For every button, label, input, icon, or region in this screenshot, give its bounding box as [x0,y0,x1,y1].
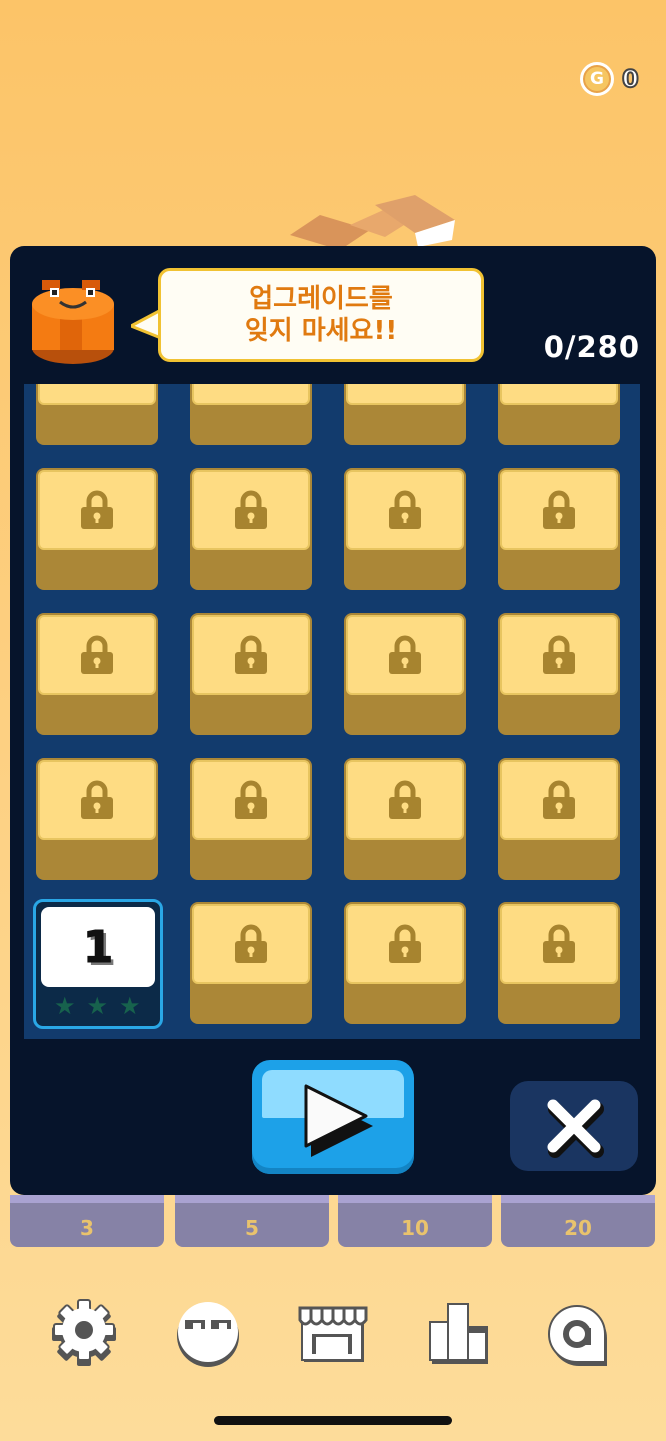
star-icon: ★ [119,992,141,1020]
close-icon [547,1099,604,1158]
level-tile-locked[interactable] [36,613,158,735]
lock-icon [543,780,575,819]
tab-5[interactable]: 5 [175,1195,329,1247]
coin-count: 0 [621,64,640,94]
lock-icon [235,490,267,529]
star-icon: ★ [86,992,109,1020]
level-tile-locked[interactable] [190,384,312,445]
speech-line-1: 업그레이드를 [249,284,393,314]
level-tile-locked[interactable] [498,384,620,445]
mascot-icon [32,280,114,364]
level-tile-locked[interactable] [190,468,312,590]
home-indicator[interactable] [214,1416,452,1425]
lock-icon [389,924,421,963]
level-tile-locked[interactable] [498,468,620,590]
level-tile-locked[interactable] [190,758,312,880]
level-number: 1 [41,907,155,987]
character-icon[interactable] [175,1300,241,1368]
star-icon: ★ [54,992,76,1020]
coin-icon: G [580,62,614,96]
tab-3[interactable]: 3 [10,1195,164,1247]
level-tile-locked[interactable] [190,902,312,1024]
play-icon [304,1084,373,1157]
level-tile-locked[interactable] [36,758,158,880]
level-tile-locked[interactable] [344,613,466,735]
leaderboard-icon[interactable] [428,1302,490,1364]
multiplier-tabs: 3 5 10 20 [10,1195,656,1247]
tab-10[interactable]: 10 [338,1195,492,1247]
level-tile-1[interactable]: 1 ★ ★ ★ [33,899,163,1029]
level-tile-locked[interactable] [344,758,466,880]
level-tile-locked[interactable] [344,902,466,1024]
level-tile-locked[interactable] [190,613,312,735]
gear-icon[interactable] [52,1298,116,1368]
level-tile-locked[interactable] [498,758,620,880]
lock-icon [543,635,575,674]
level-tile-locked[interactable] [344,468,466,590]
level-tile-locked[interactable] [344,384,466,445]
lock-icon [81,780,113,819]
lock-icon [389,780,421,819]
lock-icon [235,780,267,819]
close-button[interactable] [510,1081,638,1171]
lock-icon [389,635,421,674]
lock-icon [81,490,113,529]
coin-counter: G 0 [580,62,640,96]
lock-icon [81,635,113,674]
level-tile-locked[interactable] [36,384,158,445]
lock-icon [543,490,575,529]
speech-bubble: 업그레이드를 잊지 마세요!! [158,268,484,362]
lock-icon [389,490,421,529]
tab-20[interactable]: 20 [501,1195,655,1247]
level-tile-locked[interactable] [498,613,620,735]
level-progress: 0/280 [543,330,640,364]
lock-icon [235,635,267,674]
level-tile-locked[interactable] [36,468,158,590]
play-button[interactable] [252,1060,414,1174]
lock-icon [235,924,267,963]
shop-icon[interactable] [298,1304,368,1364]
level-stars: ★ ★ ★ [54,994,141,1018]
more-icon[interactable] [545,1302,609,1366]
lock-icon [543,924,575,963]
level-tile-locked[interactable] [498,902,620,1024]
speech-line-2: 잊지 마세요!! [244,316,398,346]
